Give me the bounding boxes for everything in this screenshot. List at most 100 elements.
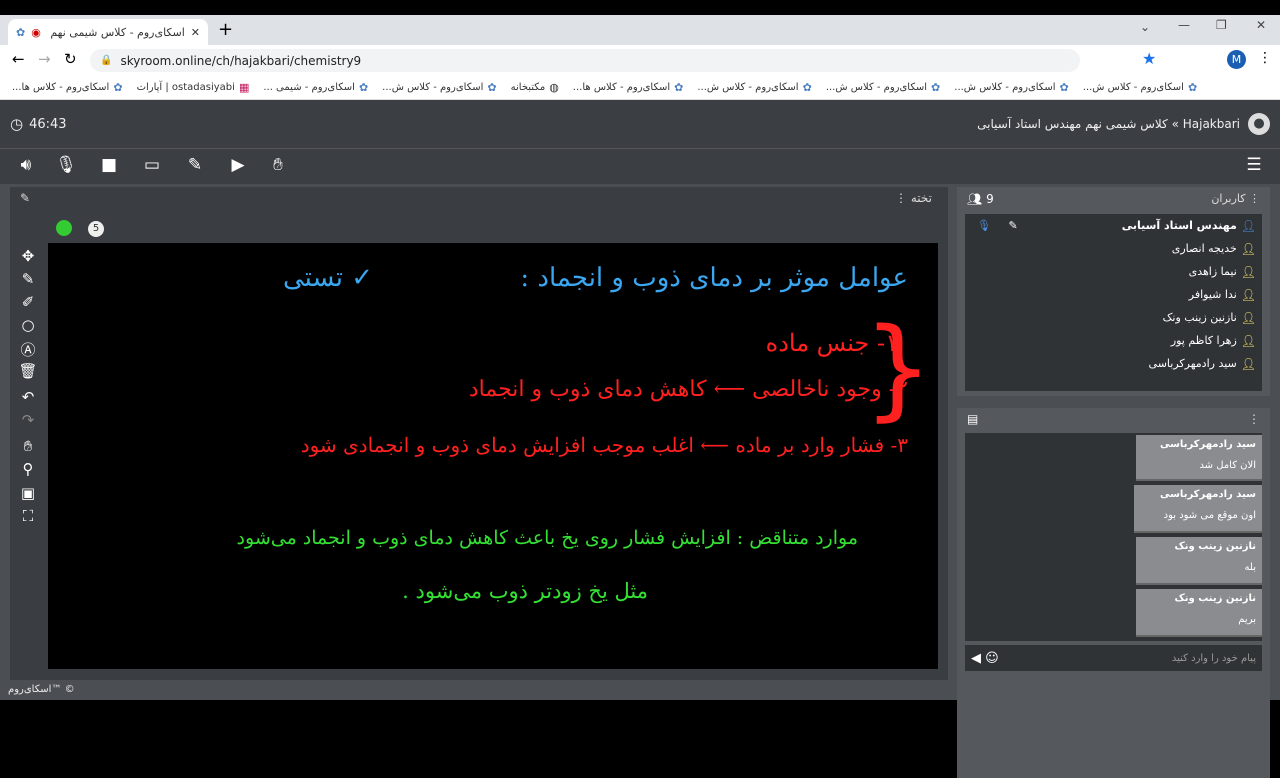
image-icon[interactable]: ▣: [18, 484, 38, 502]
send-icon[interactable]: ◀: [971, 651, 981, 666]
session-timer: 46:43: [29, 116, 67, 132]
zoom-icon[interactable]: ⚲: [18, 460, 38, 478]
circle-icon[interactable]: ○: [18, 316, 38, 334]
pen-icon[interactable]: ✎: [18, 270, 38, 288]
user-row[interactable]: نازنین زینب ونک 👤︎: [965, 306, 1262, 329]
address-bar-row: ← → ↻ 🔒 skyroom.online/ch/hajakbari/chem…: [0, 45, 1280, 75]
lock-icon: 🔒: [100, 55, 113, 66]
bookmark[interactable]: ✿ اسکای‌روم - کلاس ش...: [1083, 81, 1197, 94]
message-text: الان کامل شد: [1199, 460, 1256, 471]
whiteboard-pen-icon[interactable]: ✎: [183, 155, 207, 175]
bookmark[interactable]: ◍ مکتبخانه: [511, 81, 559, 94]
chat-message: نازنین زینب ونک بله: [1136, 537, 1262, 585]
user-row[interactable]: زهرا کاظم پور 👤︎: [965, 329, 1262, 352]
users-title: کاربران: [1211, 192, 1246, 205]
chat-message: سید رادمهرکرباسی الان کامل شد: [1136, 435, 1262, 481]
browser-tab[interactable]: ✿ ◉ اسکای‌روم - کلاس شیمی نهم ✕: [8, 19, 208, 45]
reload-icon[interactable]: ↻: [64, 50, 77, 68]
chat-messages: سید رادمهرکرباسی الان کامل شد سید رادمهرک…: [965, 433, 1262, 641]
new-tab-button[interactable]: +: [218, 19, 233, 40]
bookmark-label: اسکای‌روم - کلاس ش...: [1082, 81, 1184, 93]
draw-permission-icon[interactable]: ✎: [1008, 219, 1017, 232]
aparat-icon: ▦: [238, 80, 250, 94]
skyroom-icon: ✿: [358, 80, 369, 94]
redo-icon[interactable]: ↷: [18, 411, 38, 429]
url-text: skyroom.online/ch/hajakbari/chemistry9: [120, 53, 362, 68]
message-sender: نازنین زینب ونک: [1174, 593, 1256, 604]
board-line: ۳- فشار وارد بر ماده ⟵ اغلب موجب افزایش …: [300, 433, 908, 457]
bookmark[interactable]: ✿ اسکای‌روم - کلاس ها...: [12, 81, 123, 94]
user-row[interactable]: نیما زاهدی 👤︎: [965, 260, 1262, 283]
bookmark[interactable]: ▦ ostadasiyabi | آپارات: [137, 81, 250, 94]
camera-icon[interactable]: ■: [97, 155, 121, 175]
close-window-button[interactable]: ✕: [1256, 18, 1266, 32]
board-line: ✓ تستی: [283, 263, 373, 293]
message-text: بله: [1244, 562, 1256, 573]
maximize-button[interactable]: ❐: [1216, 18, 1227, 32]
screen-share-icon[interactable]: ▭: [140, 155, 164, 175]
user-row[interactable]: ندا شیوافر 👤︎: [965, 283, 1262, 306]
back-icon[interactable]: ←: [12, 50, 25, 68]
tab-search-icon[interactable]: ⌄: [1140, 20, 1150, 34]
skyroom-icon: ✿: [113, 80, 123, 94]
media-player-icon[interactable]: ▶: [226, 155, 250, 175]
url-field[interactable]: 🔒 skyroom.online/ch/hajakbari/chemistry9: [90, 49, 1080, 72]
user-row[interactable]: 🎙︎ ✎ مهندس استاد آسیابی 👤︎: [965, 214, 1262, 237]
user-name: مهندس استاد آسیابی: [1121, 219, 1237, 232]
speaker-icon[interactable]: 🔊︎: [14, 155, 38, 175]
chat-input[interactable]: ◀ ☺ پیام خود را وارد کنید: [965, 645, 1262, 671]
message-sender: سید رادمهرکرباسی: [1159, 439, 1256, 450]
fullscreen-icon[interactable]: ⛶: [18, 507, 38, 525]
move-icon[interactable]: ✥: [18, 247, 38, 265]
bookmarks-bar: ✿ اسکای‌روم - کلاس ش... ✿ اسکای‌روم - کلاس…: [0, 75, 1280, 100]
user-avatar-icon[interactable]: ●: [1248, 113, 1270, 135]
whiteboard-panel: ✎ تخته ⋮ 5 ✥ ✎ ✐ ○ Ⓐ 🗑︎ ↶ ↷ ✋︎ ⚲ ▣ ⛶ عوا…: [10, 187, 948, 680]
trash-icon[interactable]: 🗑︎: [18, 362, 38, 380]
user-icon: 👤︎: [1240, 356, 1256, 371]
users-list: 🎙︎ ✎ مهندس استاد آسیابی 👤︎ خدیجه انصاری 👤︎ ن…: [965, 214, 1262, 391]
bookmark[interactable]: ✿ اسکای‌روم - کلاس ش...: [954, 81, 1068, 94]
bookmark[interactable]: ✿ اسکای‌روم - کلاس ش...: [382, 81, 496, 94]
stroke-size-badge[interactable]: 5: [88, 221, 104, 237]
raise-hand-icon[interactable]: ✋︎: [266, 155, 290, 175]
chat-menu-icon[interactable]: ⋮: [1248, 412, 1260, 426]
bookmark[interactable]: ✿ اسکای‌روم - شیمی ...: [263, 81, 368, 94]
message-sender: سید رادمهرکرباسی: [1159, 489, 1256, 500]
chat-icon: ▤: [967, 412, 979, 426]
bookmark-label: اسکای‌روم - کلاس ها...: [12, 81, 110, 93]
whiteboard-canvas[interactable]: عوامل موثر بر دمای ذوب و انجماد : ✓ تستی…: [48, 243, 938, 669]
minimize-button[interactable]: —: [1178, 18, 1190, 32]
undo-icon[interactable]: ↶: [18, 388, 38, 406]
text-icon[interactable]: Ⓐ: [18, 339, 38, 360]
skyroom-icon: ✿: [802, 80, 812, 94]
color-picker-icon[interactable]: [56, 220, 72, 236]
chat-message: نازنین زینب ونک بریم: [1136, 589, 1262, 637]
microphone-icon[interactable]: 🎙︎: [54, 155, 78, 175]
bookmark[interactable]: ✿ اسکای‌روم - کلاس ش...: [697, 81, 811, 94]
bookmark-star-icon[interactable]: ★: [1142, 49, 1156, 68]
user-row[interactable]: سید رادمهرکرباسی 👤︎: [965, 352, 1262, 375]
forward-icon[interactable]: →: [38, 50, 51, 68]
bookmark[interactable]: ✿ اسکای‌روم - کلاس ها...: [573, 81, 684, 94]
emoji-icon[interactable]: ☺: [985, 651, 999, 666]
marker-icon[interactable]: ✐: [18, 293, 38, 311]
tab-title: اسکای‌روم - کلاس شیمی نهم: [50, 25, 185, 39]
mic-icon[interactable]: 🎙︎: [965, 219, 991, 232]
user-name: خدیجه انصاری: [1171, 242, 1237, 255]
user-name: زهرا کاظم پور: [1170, 334, 1237, 347]
skyroom-favicon-icon: ✿: [16, 25, 26, 39]
skyroom-app: ◷ 46:43 Hajakbari » کلاس شیمی نهم مهندس …: [0, 100, 1280, 778]
user-icon: 👤︎: [1240, 218, 1256, 233]
close-tab-icon[interactable]: ✕: [191, 26, 200, 39]
bookmark-label: اسکای‌روم - کلاس ش...: [825, 81, 928, 93]
recording-icon: ◉: [31, 25, 41, 39]
user-name: نیما زاهدی: [1188, 265, 1237, 278]
users-count-value: 9: [986, 192, 994, 206]
hamburger-menu-icon[interactable]: ☰: [1242, 155, 1266, 175]
profile-avatar[interactable]: M: [1227, 50, 1246, 69]
user-row[interactable]: خدیجه انصاری 👤︎: [965, 237, 1262, 260]
users-header: ⋮ کاربران: [1211, 192, 1260, 205]
bookmark[interactable]: ✿ اسکای‌روم - کلاس ش...: [826, 81, 940, 94]
menu-kebab-icon[interactable]: ⋮: [1258, 50, 1272, 66]
hand-pan-icon[interactable]: ✋︎: [18, 437, 38, 455]
